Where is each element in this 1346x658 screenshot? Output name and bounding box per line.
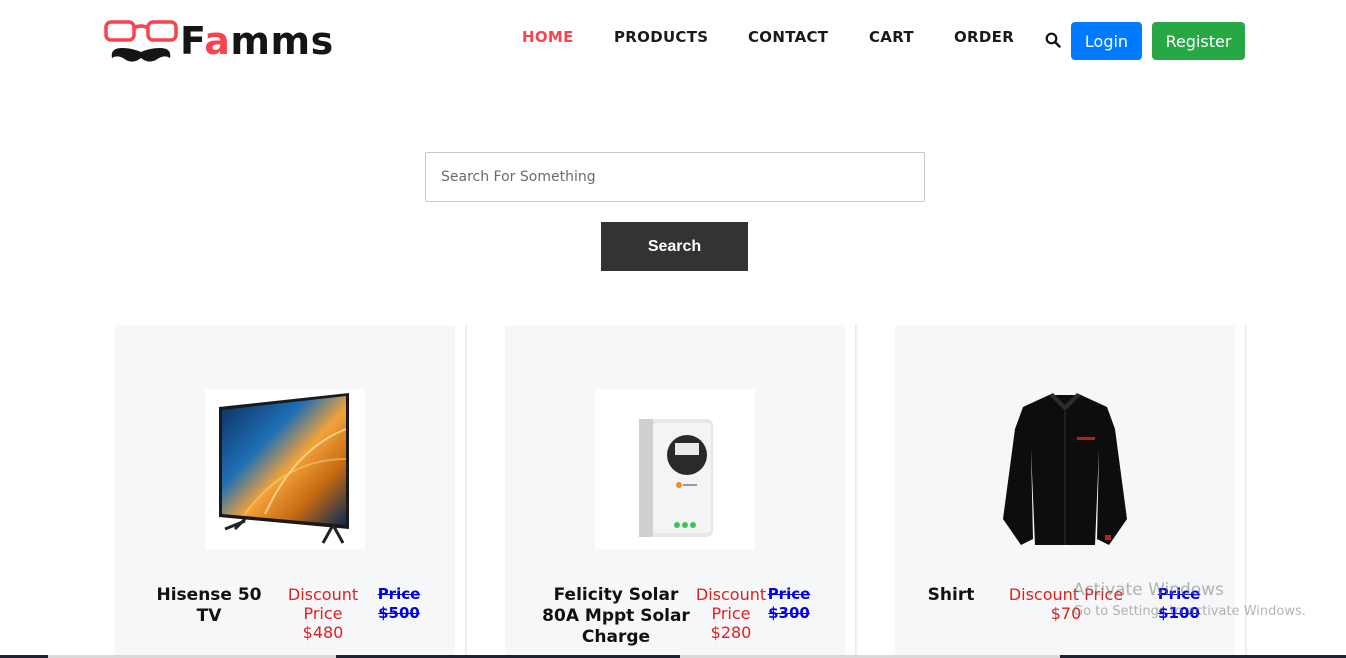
discount-value: $480 <box>302 623 344 642</box>
discount-price: Discount Price $480 <box>281 585 365 642</box>
search-button[interactable]: Search <box>601 222 748 271</box>
nav-products[interactable]: PRODUCTS <box>614 28 708 46</box>
card-divider <box>465 325 468 658</box>
product-name: Felicity Solar 80A Mppt Solar Charge <box>542 585 690 647</box>
original-price: Price $300 <box>763 585 815 623</box>
search-icon[interactable] <box>1045 32 1061 48</box>
search-input[interactable] <box>425 152 925 202</box>
nav-order[interactable]: ORDER <box>954 28 1014 46</box>
nav-home[interactable]: HOME <box>522 28 574 46</box>
price-label: Price <box>767 585 811 603</box>
glasses-mustache-icon <box>104 20 178 62</box>
price-label: Price <box>377 585 421 603</box>
discount-label: Discount Price <box>695 585 767 623</box>
shirt-image <box>1003 393 1127 545</box>
product-image-shirt[interactable] <box>985 389 1145 549</box>
famms-logo[interactable]: Famms <box>104 16 364 66</box>
product-card[interactable]: Felicity Solar 80A Mppt Solar Charge Dis… <box>505 325 845 658</box>
discount-value: $280 <box>710 623 752 642</box>
solar-charger-image <box>639 419 713 537</box>
tv-image <box>219 393 349 544</box>
product-name: Shirt <box>927 585 975 605</box>
logo-wordmark: Famms <box>180 19 334 63</box>
discount-label: Discount Price <box>287 585 359 623</box>
activate-windows-title: Activate Windows <box>1073 580 1224 600</box>
price-value: $300 <box>768 604 810 622</box>
site-header: Famms HOME PRODUCTS CONTACT CART ORDER L… <box>0 0 1346 82</box>
nav-contact[interactable]: CONTACT <box>748 28 828 46</box>
nav-cart[interactable]: CART <box>869 28 914 46</box>
discount-price: Discount Price $280 <box>691 585 771 642</box>
product-image-tv[interactable] <box>205 389 365 549</box>
activate-windows-subtitle: Go to Settings to activate Windows. <box>1073 604 1306 619</box>
product-image-solar-charger[interactable] <box>595 389 755 549</box>
register-button[interactable]: Register <box>1152 22 1245 60</box>
product-name: Hisense 50 TV <box>156 585 262 626</box>
price-value: $500 <box>378 604 420 622</box>
product-card[interactable]: Hisense 50 TV Discount Price $480 Price … <box>115 325 455 658</box>
original-price: Price $500 <box>373 585 425 623</box>
card-divider <box>855 325 858 658</box>
login-button[interactable]: Login <box>1071 22 1142 60</box>
